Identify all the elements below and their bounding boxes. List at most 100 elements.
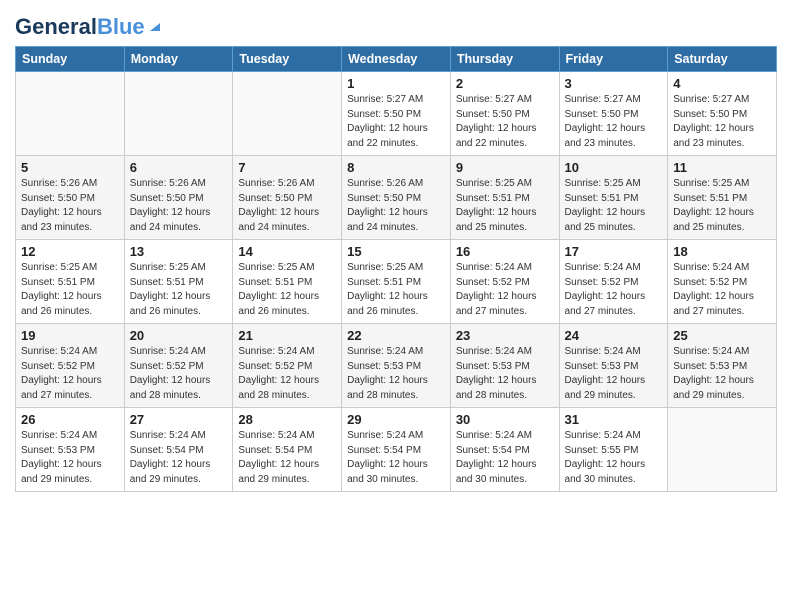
day-number: 12 bbox=[21, 244, 119, 259]
day-info: Sunrise: 5:24 AM Sunset: 5:52 PM Dayligh… bbox=[21, 345, 119, 403]
calendar-cell: 24Sunrise: 5:24 AM Sunset: 5:53 PM Dayli… bbox=[559, 324, 668, 408]
day-info: Sunrise: 5:26 AM Sunset: 5:50 PM Dayligh… bbox=[21, 177, 119, 235]
calendar-cell: 10 Sunrise: 5:25 AM Sunset: 5:51 PM Dayli… bbox=[559, 156, 668, 240]
day-number: 30 bbox=[456, 412, 554, 427]
day-number: 31 bbox=[565, 412, 663, 427]
calendar-cell: 19Sunrise: 5:24 AM Sunset: 5:52 PM Dayli… bbox=[16, 324, 125, 408]
day-info: Sunrise: 5:24 AM Sunset: 5:54 PM Dayligh… bbox=[130, 429, 228, 487]
day-info: Sunrise: 5:24 AM Sunset: 5:55 PM Dayligh… bbox=[565, 429, 663, 487]
day-number: 28 bbox=[238, 412, 336, 427]
calendar-cell bbox=[233, 72, 342, 156]
day-number: 13 bbox=[130, 244, 228, 259]
logo: GeneralBlue bbox=[15, 16, 162, 38]
weekday-header: Wednesday bbox=[342, 47, 451, 72]
logo-text: GeneralBlue bbox=[15, 16, 145, 38]
day-number: 7 bbox=[238, 160, 336, 175]
calendar-cell bbox=[16, 72, 125, 156]
calendar-cell: 6 Sunrise: 5:26 AM Sunset: 5:50 PM Daylig… bbox=[124, 156, 233, 240]
logo-icon bbox=[146, 17, 162, 33]
day-number: 9 bbox=[456, 160, 554, 175]
calendar-cell: 2 Sunrise: 5:27 AM Sunset: 5:50 PM Daylig… bbox=[450, 72, 559, 156]
day-info: Sunrise: 5:27 AM Sunset: 5:50 PM Dayligh… bbox=[565, 93, 663, 151]
calendar-body: 1 Sunrise: 5:27 AM Sunset: 5:50 PM Daylig… bbox=[16, 72, 777, 492]
day-info: Sunrise: 5:25 AM Sunset: 5:51 PM Dayligh… bbox=[673, 177, 771, 235]
day-number: 4 bbox=[673, 76, 771, 91]
day-number: 15 bbox=[347, 244, 445, 259]
day-info: Sunrise: 5:25 AM Sunset: 5:51 PM Dayligh… bbox=[130, 261, 228, 319]
day-info: Sunrise: 5:24 AM Sunset: 5:54 PM Dayligh… bbox=[456, 429, 554, 487]
day-number: 29 bbox=[347, 412, 445, 427]
day-number: 3 bbox=[565, 76, 663, 91]
page-header: GeneralBlue bbox=[15, 10, 777, 38]
calendar-cell: 21Sunrise: 5:24 AM Sunset: 5:52 PM Dayli… bbox=[233, 324, 342, 408]
calendar-week: 26Sunrise: 5:24 AM Sunset: 5:53 PM Dayli… bbox=[16, 408, 777, 492]
day-number: 1 bbox=[347, 76, 445, 91]
day-number: 21 bbox=[238, 328, 336, 343]
day-info: Sunrise: 5:24 AM Sunset: 5:53 PM Dayligh… bbox=[456, 345, 554, 403]
day-info: Sunrise: 5:26 AM Sunset: 5:50 PM Dayligh… bbox=[347, 177, 445, 235]
weekday-header: Friday bbox=[559, 47, 668, 72]
calendar-cell: 22Sunrise: 5:24 AM Sunset: 5:53 PM Dayli… bbox=[342, 324, 451, 408]
day-info: Sunrise: 5:27 AM Sunset: 5:50 PM Dayligh… bbox=[673, 93, 771, 151]
day-number: 11 bbox=[673, 160, 771, 175]
calendar-cell bbox=[668, 408, 777, 492]
day-number: 8 bbox=[347, 160, 445, 175]
day-info: Sunrise: 5:26 AM Sunset: 5:50 PM Dayligh… bbox=[130, 177, 228, 235]
header-row: SundayMondayTuesdayWednesdayThursdayFrid… bbox=[16, 47, 777, 72]
calendar-cell: 25 Sunrise: 5:24 AM Sunset: 5:53 PM Dayli… bbox=[668, 324, 777, 408]
day-info: Sunrise: 5:24 AM Sunset: 5:52 PM Dayligh… bbox=[565, 261, 663, 319]
day-number: 27 bbox=[130, 412, 228, 427]
calendar-cell: 3 Sunrise: 5:27 AM Sunset: 5:50 PM Daylig… bbox=[559, 72, 668, 156]
calendar-week: 1 Sunrise: 5:27 AM Sunset: 5:50 PM Daylig… bbox=[16, 72, 777, 156]
day-info: Sunrise: 5:25 AM Sunset: 5:51 PM Dayligh… bbox=[347, 261, 445, 319]
calendar-cell: 11 Sunrise: 5:25 AM Sunset: 5:51 PM Dayli… bbox=[668, 156, 777, 240]
day-info: Sunrise: 5:25 AM Sunset: 5:51 PM Dayligh… bbox=[238, 261, 336, 319]
calendar-cell: 1 Sunrise: 5:27 AM Sunset: 5:50 PM Daylig… bbox=[342, 72, 451, 156]
calendar-cell: 18 Sunrise: 5:24 AM Sunset: 5:52 PM Dayli… bbox=[668, 240, 777, 324]
calendar-cell: 7Sunrise: 5:26 AM Sunset: 5:50 PM Daylig… bbox=[233, 156, 342, 240]
calendar-cell: 26Sunrise: 5:24 AM Sunset: 5:53 PM Dayli… bbox=[16, 408, 125, 492]
day-number: 25 bbox=[673, 328, 771, 343]
calendar-cell: 30 Sunrise: 5:24 AM Sunset: 5:54 PM Dayli… bbox=[450, 408, 559, 492]
day-info: Sunrise: 5:27 AM Sunset: 5:50 PM Dayligh… bbox=[347, 93, 445, 151]
day-info: Sunrise: 5:24 AM Sunset: 5:52 PM Dayligh… bbox=[456, 261, 554, 319]
calendar-cell: 8 Sunrise: 5:26 AM Sunset: 5:50 PM Daylig… bbox=[342, 156, 451, 240]
day-number: 24 bbox=[565, 328, 663, 343]
calendar-cell: 28 Sunrise: 5:24 AM Sunset: 5:54 PM Dayli… bbox=[233, 408, 342, 492]
calendar-cell: 17 Sunrise: 5:24 AM Sunset: 5:52 PM Dayli… bbox=[559, 240, 668, 324]
day-number: 23 bbox=[456, 328, 554, 343]
day-number: 18 bbox=[673, 244, 771, 259]
weekday-header: Tuesday bbox=[233, 47, 342, 72]
day-number: 17 bbox=[565, 244, 663, 259]
calendar-week: 12 Sunrise: 5:25 AM Sunset: 5:51 PM Dayli… bbox=[16, 240, 777, 324]
weekday-header: Saturday bbox=[668, 47, 777, 72]
day-info: Sunrise: 5:24 AM Sunset: 5:52 PM Dayligh… bbox=[673, 261, 771, 319]
logo-blue: Blue bbox=[97, 14, 145, 39]
day-info: Sunrise: 5:27 AM Sunset: 5:50 PM Dayligh… bbox=[456, 93, 554, 151]
calendar-cell: 4 Sunrise: 5:27 AM Sunset: 5:50 PM Daylig… bbox=[668, 72, 777, 156]
calendar-table: SundayMondayTuesdayWednesdayThursdayFrid… bbox=[15, 46, 777, 492]
calendar-cell: 13 Sunrise: 5:25 AM Sunset: 5:51 PM Dayli… bbox=[124, 240, 233, 324]
day-number: 20 bbox=[130, 328, 228, 343]
calendar-cell: 29 Sunrise: 5:24 AM Sunset: 5:54 PM Dayli… bbox=[342, 408, 451, 492]
calendar-cell: 20Sunrise: 5:24 AM Sunset: 5:52 PM Dayli… bbox=[124, 324, 233, 408]
calendar-header: SundayMondayTuesdayWednesdayThursdayFrid… bbox=[16, 47, 777, 72]
day-number: 2 bbox=[456, 76, 554, 91]
day-info: Sunrise: 5:25 AM Sunset: 5:51 PM Dayligh… bbox=[565, 177, 663, 235]
weekday-header: Thursday bbox=[450, 47, 559, 72]
calendar-cell: 16 Sunrise: 5:24 AM Sunset: 5:52 PM Dayli… bbox=[450, 240, 559, 324]
calendar-week: 19Sunrise: 5:24 AM Sunset: 5:52 PM Dayli… bbox=[16, 324, 777, 408]
day-info: Sunrise: 5:24 AM Sunset: 5:54 PM Dayligh… bbox=[238, 429, 336, 487]
day-number: 16 bbox=[456, 244, 554, 259]
calendar-week: 5Sunrise: 5:26 AM Sunset: 5:50 PM Daylig… bbox=[16, 156, 777, 240]
day-number: 6 bbox=[130, 160, 228, 175]
calendar-cell: 27 Sunrise: 5:24 AM Sunset: 5:54 PM Dayli… bbox=[124, 408, 233, 492]
day-number: 22 bbox=[347, 328, 445, 343]
day-number: 14 bbox=[238, 244, 336, 259]
day-info: Sunrise: 5:24 AM Sunset: 5:54 PM Dayligh… bbox=[347, 429, 445, 487]
day-number: 10 bbox=[565, 160, 663, 175]
day-info: Sunrise: 5:24 AM Sunset: 5:53 PM Dayligh… bbox=[673, 345, 771, 403]
day-info: Sunrise: 5:25 AM Sunset: 5:51 PM Dayligh… bbox=[21, 261, 119, 319]
calendar-cell: 9Sunrise: 5:25 AM Sunset: 5:51 PM Daylig… bbox=[450, 156, 559, 240]
calendar-cell: 5Sunrise: 5:26 AM Sunset: 5:50 PM Daylig… bbox=[16, 156, 125, 240]
